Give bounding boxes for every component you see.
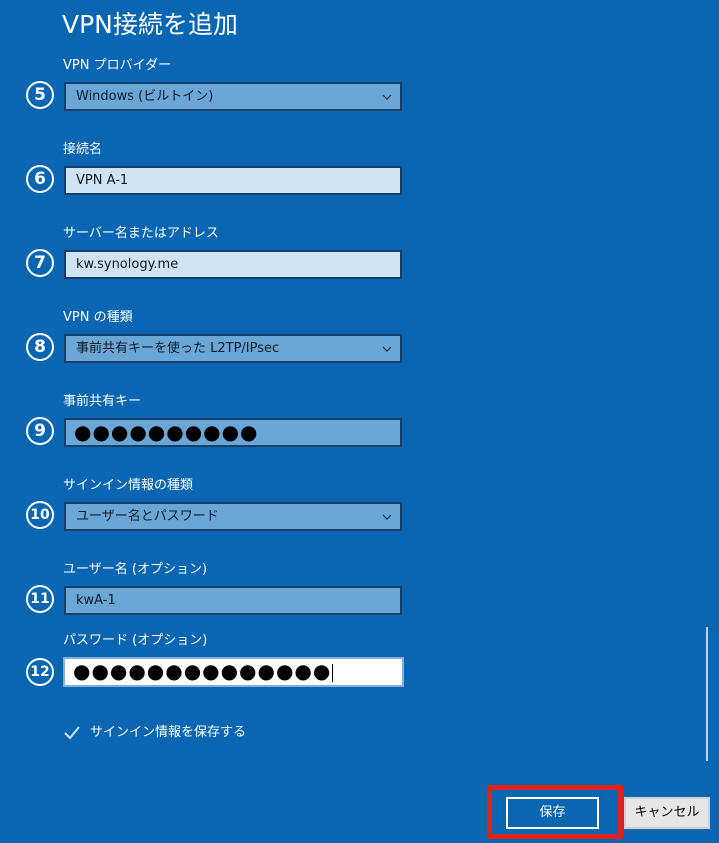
- scrollbar[interactable]: [706, 627, 708, 761]
- step-number-11: 11: [26, 585, 54, 613]
- remember-checkbox[interactable]: [62, 723, 82, 743]
- step-number-10: 10: [26, 501, 54, 529]
- connection-name-label: 接続名: [63, 142, 103, 157]
- provider-label: VPN プロバイダー: [63, 58, 172, 73]
- page-title: VPN接続を追加: [62, 10, 238, 39]
- server-value: kw.synology.me: [76, 257, 179, 272]
- connection-name-input[interactable]: VPN A-1: [64, 166, 402, 195]
- step-number-12: 12: [26, 658, 54, 686]
- vpn-type-label: VPN の種類: [63, 310, 133, 325]
- step-number-9: 9: [26, 417, 54, 445]
- username-value: kwA-1: [76, 593, 116, 608]
- vpn-type-select[interactable]: 事前共有キーを使った L2TP/IPsec: [64, 334, 402, 363]
- password-value: ●●●●●●●●●●●●●●: [73, 659, 332, 683]
- server-label: サーバー名またはアドレス: [63, 226, 219, 241]
- step-number-7: 7: [26, 249, 54, 277]
- save-button[interactable]: 保存: [506, 797, 599, 829]
- chevron-down-icon: [382, 514, 392, 520]
- cancel-button[interactable]: キャンセル: [624, 797, 710, 829]
- chevron-down-icon: [382, 346, 392, 352]
- password-label: パスワード (オプション): [63, 633, 208, 648]
- step-number-5: 5: [26, 81, 54, 109]
- username-input[interactable]: kwA-1: [64, 586, 402, 615]
- text-caret: [332, 663, 334, 682]
- psk-input[interactable]: ●●●●●●●●●●: [64, 418, 402, 447]
- username-label: ユーザー名 (オプション): [63, 562, 208, 577]
- chevron-down-icon: [382, 94, 392, 100]
- signin-type-select[interactable]: ユーザー名とパスワード: [64, 502, 402, 531]
- checkmark-icon: [64, 726, 80, 740]
- remember-label: サインイン情報を保存する: [90, 725, 247, 740]
- password-input[interactable]: ●●●●●●●●●●●●●●: [63, 657, 404, 687]
- signin-type-label: サインイン情報の種類: [63, 478, 194, 493]
- provider-select-value: Windows (ビルトイン): [76, 89, 214, 104]
- psk-label: 事前共有キー: [63, 394, 142, 409]
- vpn-type-select-value: 事前共有キーを使った L2TP/IPsec: [76, 341, 280, 356]
- signin-type-select-value: ユーザー名とパスワード: [76, 509, 219, 524]
- connection-name-value: VPN A-1: [76, 173, 129, 188]
- server-input[interactable]: kw.synology.me: [64, 250, 402, 279]
- step-number-6: 6: [26, 165, 54, 193]
- psk-value: ●●●●●●●●●●: [74, 420, 259, 444]
- step-number-8: 8: [26, 333, 54, 361]
- provider-select[interactable]: Windows (ビルトイン): [64, 82, 402, 111]
